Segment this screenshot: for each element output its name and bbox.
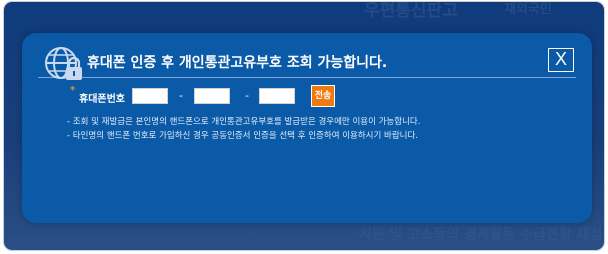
background-panel: 우편통신판고 재외국민 서민 및 고소득의 경제활동 수급현황 재정 휴대폰 인… xyxy=(4,2,604,250)
required-mark: * xyxy=(70,85,76,96)
background-text: 서민 및 고소득의 경제활동 수급현황 재정 xyxy=(359,227,603,243)
globe-lock-icon xyxy=(45,47,82,80)
close-button[interactable]: X xyxy=(548,48,574,72)
notice-list: - 조회 및 재발급은 본인명의 핸드폰으로 개인통관고유부호를 발급받은 경우… xyxy=(67,115,420,143)
phone-separator: - xyxy=(179,89,183,102)
phone-part1-input[interactable] xyxy=(132,88,168,104)
notice-item: - 조회 및 재발급은 본인명의 핸드폰으로 개인통관고유부호를 발급받은 경우… xyxy=(67,117,421,127)
send-button[interactable]: 전송 xyxy=(311,85,335,107)
phone-part2-input[interactable] xyxy=(194,88,230,104)
background-text: 재외국민 xyxy=(504,2,552,17)
phone-separator: - xyxy=(245,89,249,102)
background-text: 우편통신판고 xyxy=(364,2,458,21)
dialog-header: 휴대폰 인증 후 개인통관고유부호 조회 가능합니다. xyxy=(38,43,576,80)
dialog-title: 휴대폰 인증 후 개인통관고유부호 조회 가능합니다. xyxy=(87,55,388,71)
phone-part3-input[interactable] xyxy=(259,88,295,104)
phone-number-label: 휴대폰번호 xyxy=(79,94,125,105)
notice-item: - 타인명의 핸드폰 번호로 가입하신 경우 공동인증서 인증을 선택 후 인증… xyxy=(67,131,418,141)
phone-verification-dialog: 휴대폰 인증 후 개인통관고유부호 조회 가능합니다. X * 휴대폰번호 - … xyxy=(22,33,592,223)
